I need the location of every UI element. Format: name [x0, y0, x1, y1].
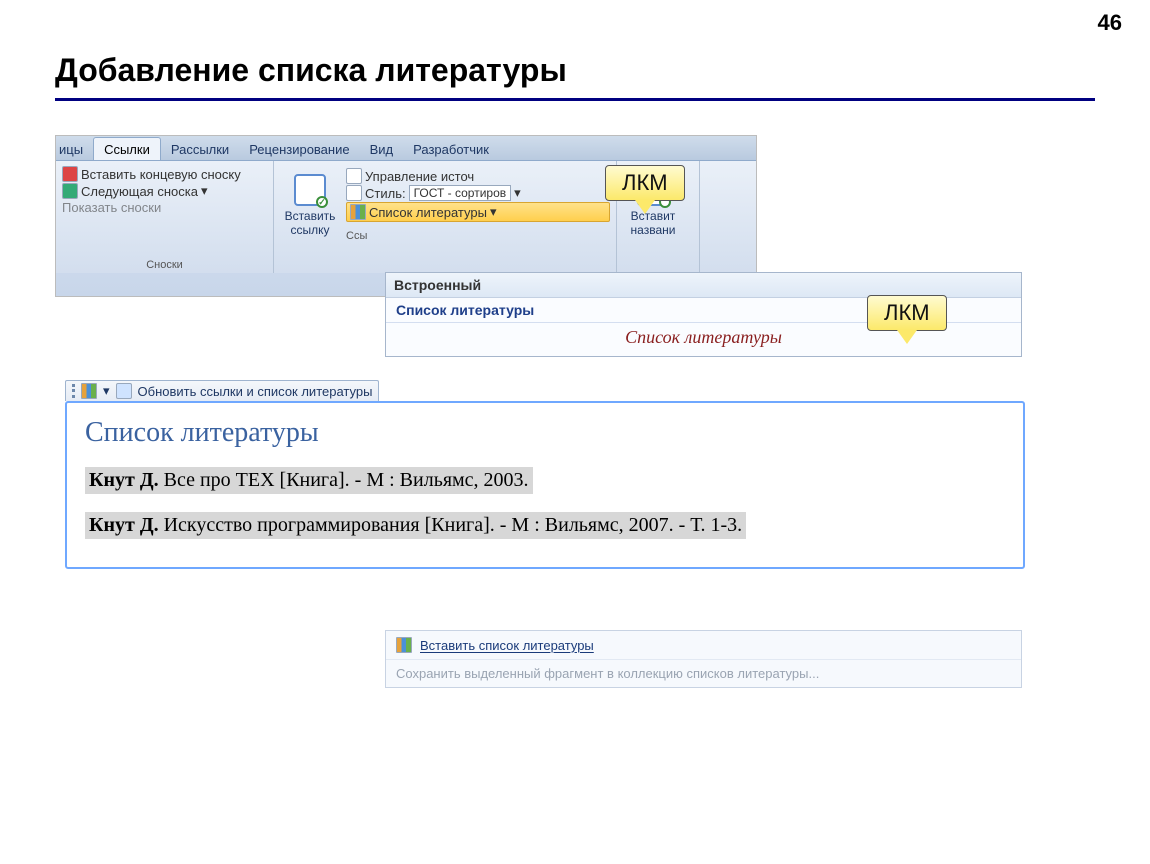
ribbon-tabs: ицы Ссылки Рассылки Рецензирование Вид Р… [56, 136, 756, 161]
tab-developer[interactable]: Разработчик [403, 138, 499, 160]
btn-manage-sources[interactable]: Управление источ [346, 168, 610, 184]
menu-insert-bibliography-label: Вставить список литературы [420, 638, 594, 653]
tab-partial[interactable]: ицы [56, 138, 93, 160]
books-icon [350, 204, 366, 220]
btn-insert-citation-label: Вставить ссылку [285, 209, 336, 237]
title-rule [55, 98, 1095, 101]
style-selector[interactable]: Стиль: ГОСТ - сортиров ▾ [346, 185, 610, 201]
bib-entry-author: Кнут Д. [89, 514, 159, 536]
bib-entry-author: Кнут Д. [89, 469, 159, 491]
next-footnote-icon [62, 183, 78, 199]
btn-next-footnote-label: Следующая сноска [81, 184, 198, 199]
update-icon [116, 383, 132, 399]
bibliography-content-control: ▾ Обновить ссылки и список литературы Сп… [65, 380, 1025, 569]
btn-show-footnotes[interactable]: Показать сноски [62, 200, 267, 215]
btn-manage-sources-label: Управление источ [365, 169, 474, 184]
btn-show-footnotes-label: Показать сноски [62, 200, 161, 215]
tab-mailings[interactable]: Рассылки [161, 138, 239, 160]
style-value[interactable]: ГОСТ - сортиров [409, 185, 512, 201]
group-footnotes-label: Сноски [62, 257, 267, 273]
bibliography-heading: Список литературы [85, 417, 1005, 449]
group-citations-label: Ссы [346, 228, 610, 244]
callout-lkm-1: ЛКМ [605, 165, 685, 201]
btn-bibliography-list-label: Список литературы [369, 205, 487, 220]
callout-lkm-1-label: ЛКМ [622, 170, 668, 195]
tab-view[interactable]: Вид [360, 138, 404, 160]
gallery-footer-menu: Вставить список литературы Сохранить выд… [385, 630, 1022, 688]
callout-lkm-2: ЛКМ [867, 295, 947, 331]
btn-insert-citation[interactable]: Вставить ссылку [280, 165, 340, 245]
insert-citation-icon [294, 174, 326, 206]
books-icon [81, 383, 97, 399]
style-icon [346, 185, 362, 201]
bib-entry: Кнут Д. Искусство программирования [Книг… [85, 512, 746, 539]
callout-lkm-2-label: ЛКМ [884, 300, 930, 325]
menu-save-selection-label: Сохранить выделенный фрагмент в коллекци… [396, 666, 819, 681]
tab-references[interactable]: Ссылки [93, 137, 161, 160]
group-citations: Вставить ссылку Управление источ Стиль: … [274, 161, 617, 273]
page-number: 46 [1098, 10, 1122, 36]
content-control-tab[interactable]: ▾ Обновить ссылки и список литературы [65, 380, 379, 401]
manage-sources-icon [346, 168, 362, 184]
slide-title: Добавление списка литературы [55, 52, 567, 89]
btn-insert-endnote[interactable]: Вставить концевую сноску [62, 166, 267, 182]
bib-entry-text: Искусство программирования [Книга]. - М … [159, 514, 743, 536]
endnote-icon [62, 166, 78, 182]
bibliography-body: Список литературы Кнут Д. Все про ТЕХ [К… [65, 401, 1025, 569]
btn-insert-endnote-label: Вставить концевую сноску [81, 167, 241, 182]
bib-entry-text: Все про ТЕХ [Книга]. - М : Вильямс, 2003… [159, 469, 529, 491]
menu-save-selection: Сохранить выделенный фрагмент в коллекци… [386, 660, 1021, 687]
menu-insert-bibliography[interactable]: Вставить список литературы [386, 631, 1021, 660]
group-footnotes: Вставить концевую сноску Следующая сноск… [56, 161, 274, 273]
books-icon [396, 637, 412, 653]
update-bibliography-label[interactable]: Обновить ссылки и список литературы [138, 384, 373, 399]
tab-review[interactable]: Рецензирование [239, 138, 359, 160]
btn-bibliography-list[interactable]: Список литературы ▾ [346, 202, 610, 222]
grip-icon[interactable] [72, 384, 75, 398]
btn-next-footnote[interactable]: Следующая сноска ▾ [62, 183, 267, 199]
bib-entry: Кнут Д. Все про ТЕХ [Книга]. - М : Вилья… [85, 467, 533, 494]
style-label: Стиль: [365, 186, 406, 201]
